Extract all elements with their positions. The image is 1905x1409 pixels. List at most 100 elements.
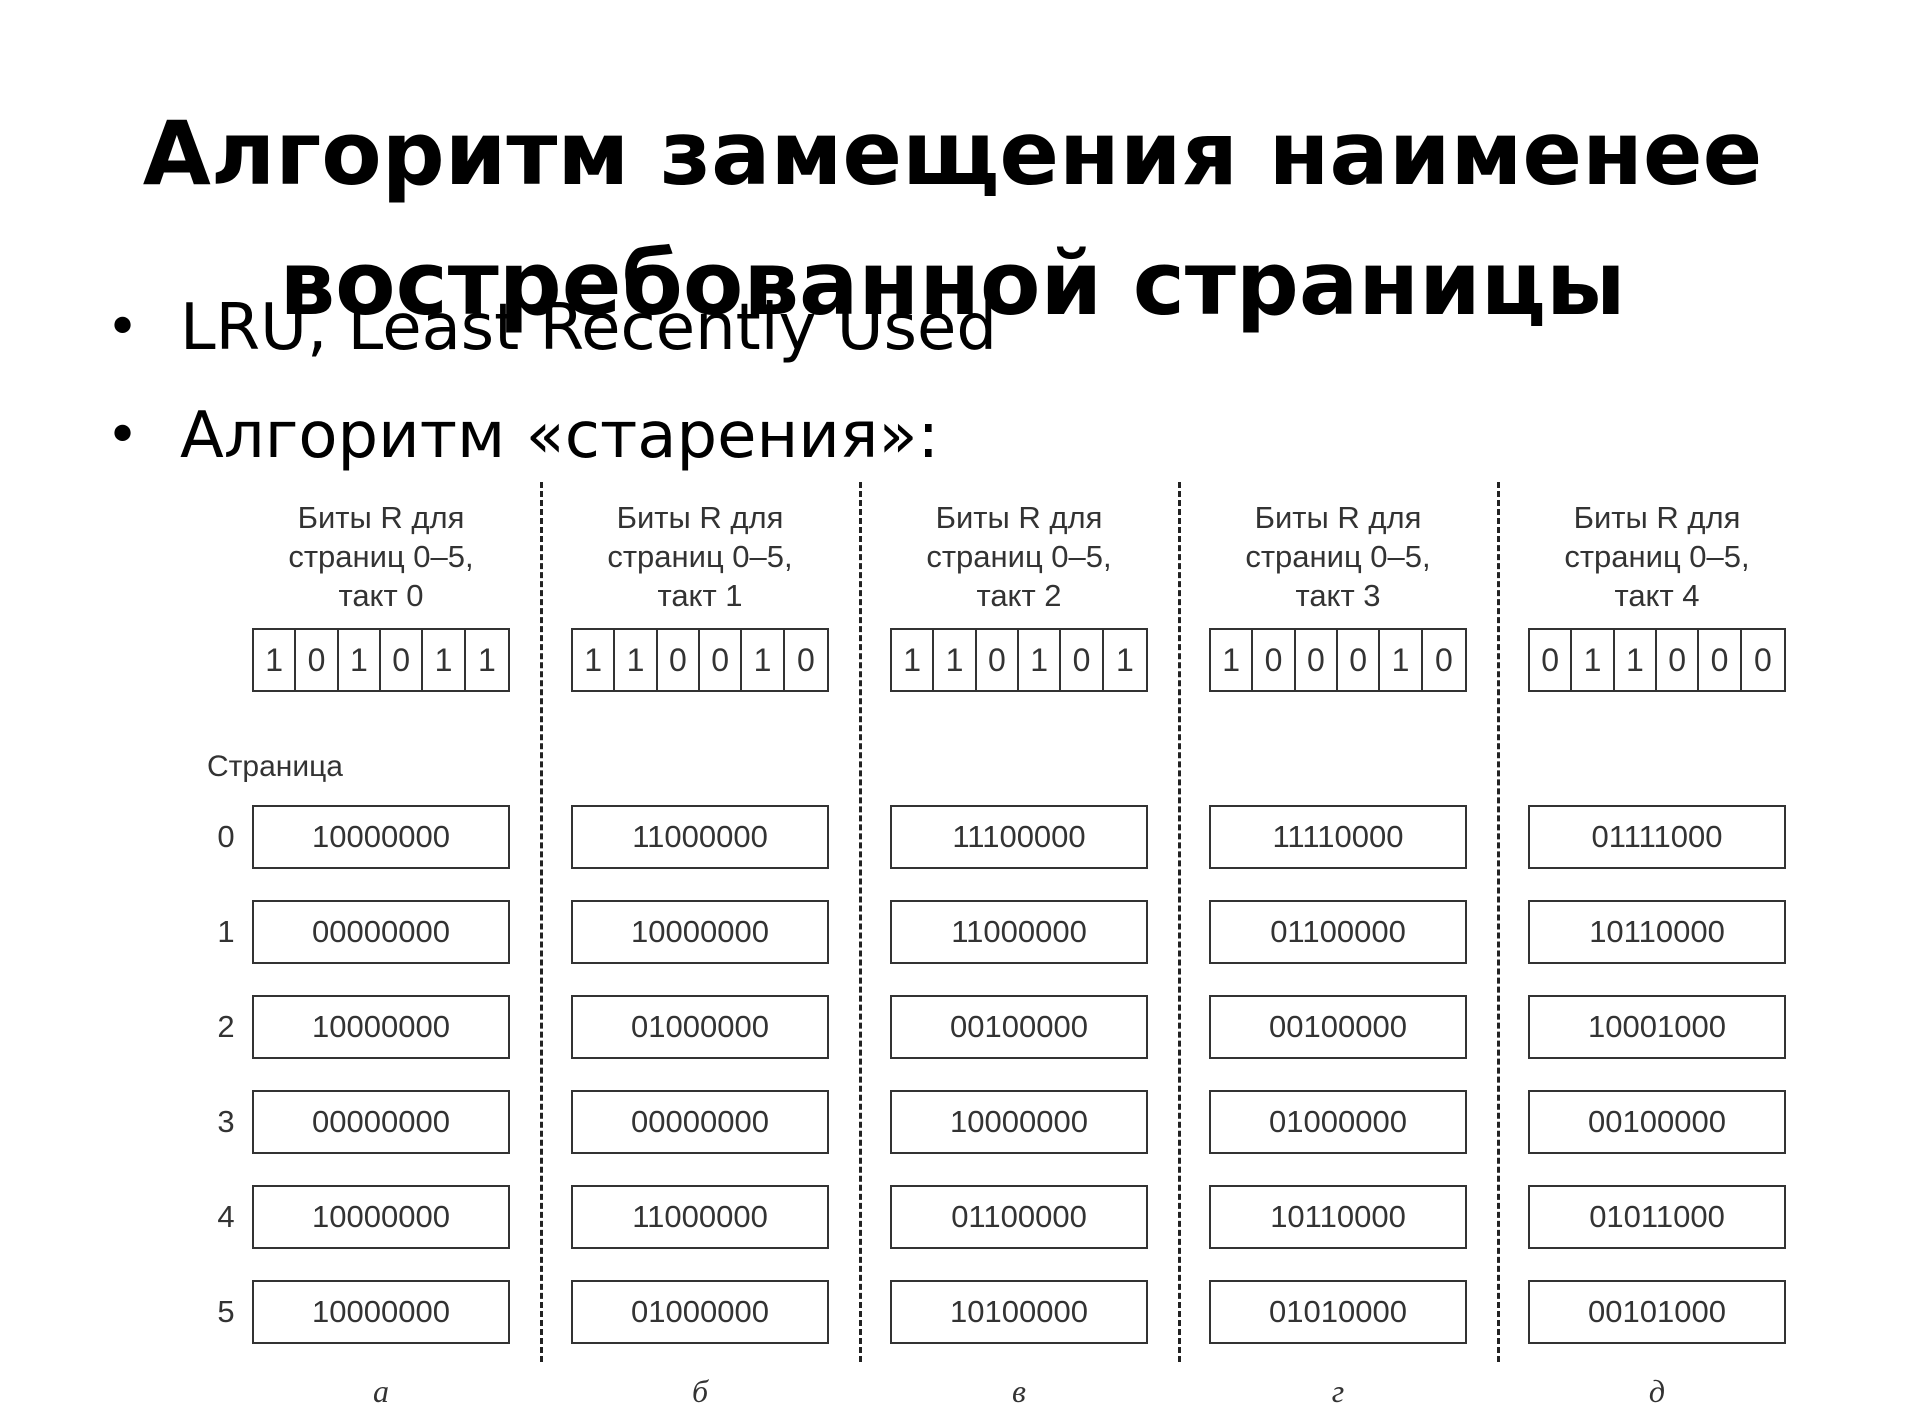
r-bit-cell: 1 xyxy=(1615,630,1658,690)
column-header: Биты R для страниц 0–5, такт 4 xyxy=(1507,498,1807,615)
page-counter-box: 11000000 xyxy=(571,1185,829,1249)
column-header: Биты R для страниц 0–5, такт 1 xyxy=(550,498,850,615)
column-letter: в xyxy=(1012,1373,1026,1409)
r-bit-cell: 0 xyxy=(1061,630,1104,690)
r-bit-cell: 0 xyxy=(1699,630,1742,690)
r-bit-cell: 1 xyxy=(742,630,785,690)
column-header-line: такт 2 xyxy=(976,578,1062,613)
r-bit-cell: 0 xyxy=(1434,641,1453,678)
r-bit-cell: 1 xyxy=(477,641,496,678)
bullet-item-aging: • Алгоритм «старения»: xyxy=(100,396,997,504)
column-divider-1 xyxy=(540,482,543,1362)
page-counter-box: 01011000 xyxy=(1528,1185,1786,1249)
r-bit-cell: 1 xyxy=(1019,630,1062,690)
r-bit-cell: 0 xyxy=(1753,641,1772,678)
r-bits-register: 110010 xyxy=(571,628,829,692)
page-counter-box: 01000000 xyxy=(571,995,829,1059)
r-bits-register: 100010 xyxy=(1209,628,1467,692)
column-header-line: Биты R для xyxy=(297,500,465,535)
column-divider-4 xyxy=(1497,482,1500,1362)
title-line-1: Алгоритм замещения наименее xyxy=(142,101,1763,205)
page-number: 4 xyxy=(217,1199,235,1234)
page-counter-box: 11110000 xyxy=(1209,805,1467,869)
r-bit-cell: 1 xyxy=(339,630,382,690)
column-letter: б xyxy=(691,1373,709,1409)
r-bit-cell: 1 xyxy=(892,630,935,690)
r-bit-cell: 0 xyxy=(1530,630,1573,690)
r-bit-cell: 1 xyxy=(573,630,616,690)
page-counter-box: 00100000 xyxy=(1209,995,1467,1059)
page-counter-box: 01100000 xyxy=(890,1185,1148,1249)
page-counter-box: 10000000 xyxy=(571,900,829,964)
page-counter-box: 10000000 xyxy=(252,1280,510,1344)
r-bit-cell: 0 xyxy=(1296,630,1339,690)
r-bit-cell: 0 xyxy=(296,630,339,690)
bullet-text: LRU, Least Recently Used xyxy=(180,291,997,365)
column-divider-2 xyxy=(859,482,862,1362)
page-counter-box: 11100000 xyxy=(890,805,1148,869)
r-bit-cell: 1 xyxy=(254,630,297,690)
r-bit-cell: 0 xyxy=(796,641,815,678)
r-bits-register: 011000 xyxy=(1528,628,1786,692)
column-header-line: такт 1 xyxy=(657,578,743,613)
page-counter-box: 00000000 xyxy=(252,900,510,964)
column-header-line: Биты R для xyxy=(1573,500,1741,535)
page-counter-box: 01000000 xyxy=(1209,1090,1467,1154)
column-header-line: страниц 0–5, xyxy=(926,539,1112,574)
r-bit-cell: 0 xyxy=(658,630,701,690)
column-header-line: Биты R для xyxy=(616,500,784,535)
page-number: 3 xyxy=(217,1104,235,1139)
column-header-line: такт 4 xyxy=(1614,578,1700,613)
bullet-list: • LRU, Least Recently Used • Алгоритм «с… xyxy=(100,288,997,504)
r-bit-cell: 0 xyxy=(700,630,743,690)
r-bit-cell: 0 xyxy=(1657,630,1700,690)
column-header-line: такт 3 xyxy=(1295,578,1381,613)
bullet-dot-icon: • xyxy=(106,403,140,468)
r-bits-register: 110101 xyxy=(890,628,1148,692)
r-bit-cell: 0 xyxy=(1338,630,1381,690)
r-bit-cell: 1 xyxy=(615,630,658,690)
page-number: 1 xyxy=(217,914,235,949)
column-header-line: страниц 0–5, xyxy=(607,539,793,574)
page-counter-box: 10000000 xyxy=(252,995,510,1059)
page-counter-box: 10100000 xyxy=(890,1280,1148,1344)
page-counter-box: 00000000 xyxy=(252,1090,510,1154)
bullet-dot-icon: • xyxy=(106,295,140,360)
column-header-line: Биты R для xyxy=(1254,500,1422,535)
page-counter-box: 00100000 xyxy=(1528,1090,1786,1154)
page-number: 0 xyxy=(217,819,235,854)
column-header-line: страниц 0–5, xyxy=(1245,539,1431,574)
r-bit-cell: 1 xyxy=(1211,630,1254,690)
r-bit-cell: 0 xyxy=(977,630,1020,690)
page-counter-box: 11000000 xyxy=(571,805,829,869)
column-header: Биты R для страниц 0–5, такт 0 xyxy=(231,498,531,615)
r-bit-cell: 1 xyxy=(934,630,977,690)
page-counter-box: 10110000 xyxy=(1528,900,1786,964)
column-header-line: Биты R для xyxy=(935,500,1103,535)
column-header-line: страниц 0–5, xyxy=(1564,539,1750,574)
bullet-text: Алгоритм «старения»: xyxy=(180,399,940,473)
page-counter-box: 01111000 xyxy=(1528,805,1786,869)
column-divider-3 xyxy=(1178,482,1181,1362)
r-bit-cell: 0 xyxy=(1253,630,1296,690)
column-header: Биты R для страниц 0–5, такт 3 xyxy=(1188,498,1488,615)
page-number: 2 xyxy=(217,1009,235,1044)
column-header-line: такт 0 xyxy=(338,578,424,613)
page-counter-box: 00101000 xyxy=(1528,1280,1786,1344)
bullet-item-lru: • LRU, Least Recently Used xyxy=(100,288,997,396)
r-bit-cell: 1 xyxy=(1572,630,1615,690)
page-counter-box: 10000000 xyxy=(890,1090,1148,1154)
page-counter-box: 00000000 xyxy=(571,1090,829,1154)
column-header-line: страниц 0–5, xyxy=(288,539,474,574)
r-bits-register: 101011 xyxy=(252,628,510,692)
page-counter-box: 10110000 xyxy=(1209,1185,1467,1249)
page-counter-box: 01000000 xyxy=(571,1280,829,1344)
column-letter: д xyxy=(1648,1373,1666,1409)
page-counter-box: 10000000 xyxy=(252,1185,510,1249)
page-counter-box: 01100000 xyxy=(1209,900,1467,964)
page-caption: Страница xyxy=(207,750,343,783)
column-header: Биты R для страниц 0–5, такт 2 xyxy=(869,498,1169,615)
page-counter-box: 11000000 xyxy=(890,900,1148,964)
r-bit-cell: 1 xyxy=(1380,630,1423,690)
page-counter-box: 00100000 xyxy=(890,995,1148,1059)
